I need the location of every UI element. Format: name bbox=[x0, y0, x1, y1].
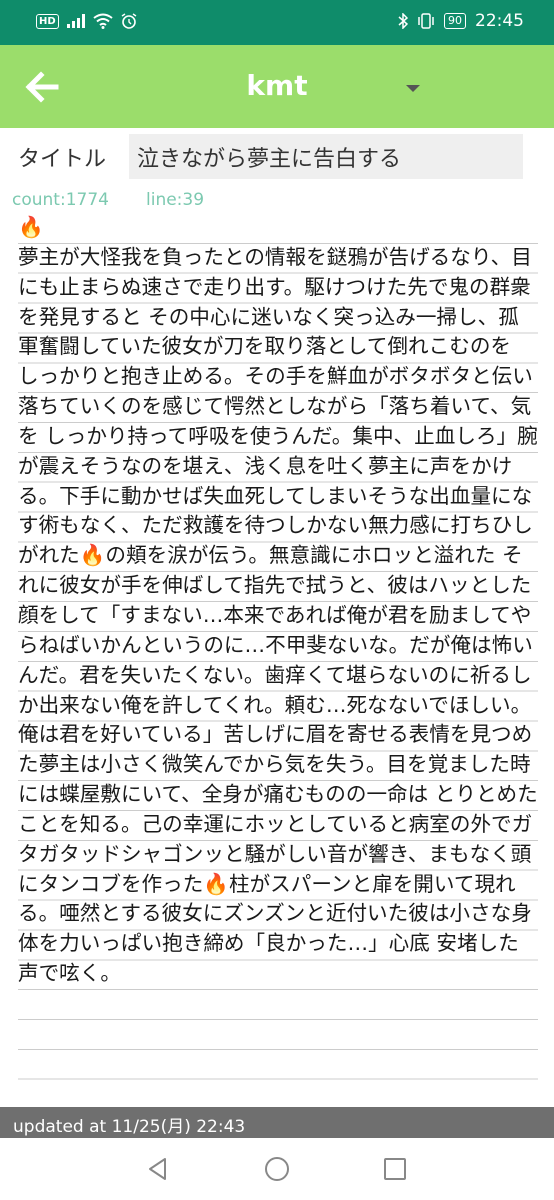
char-count: count:1774 bbox=[12, 190, 109, 210]
updated-bar: updated at 11/25(月) 22:43 bbox=[0, 1107, 554, 1138]
caret-down-icon[interactable] bbox=[398, 79, 428, 99]
signal-icon bbox=[66, 14, 85, 28]
line-count: line:39 bbox=[146, 190, 205, 210]
nav-back-icon[interactable] bbox=[143, 1154, 173, 1184]
app-title: kmt bbox=[246, 69, 308, 102]
updated-timestamp: updated at 11/25(月) 22:43 bbox=[13, 1117, 246, 1137]
body-textarea[interactable]: 🔥 夢主が大怪我を負ったとの情報を鎹鴉が告げるなり、目にも止まらぬ速さで走り出す… bbox=[18, 213, 538, 1093]
nav-recent-icon[interactable] bbox=[380, 1154, 410, 1184]
status-bar: HD 90 22:45 bbox=[0, 0, 554, 45]
hd-badge: HD bbox=[36, 13, 59, 29]
vibrate-icon bbox=[418, 13, 434, 29]
alarm-icon bbox=[121, 13, 137, 29]
bluetooth-icon bbox=[398, 13, 408, 29]
title-input[interactable] bbox=[129, 134, 523, 179]
clock: 22:45 bbox=[475, 11, 524, 31]
system-nav-bar bbox=[0, 1138, 554, 1200]
battery-icon: 90 bbox=[444, 13, 466, 29]
app-toolbar: kmt bbox=[0, 45, 554, 128]
title-row: タイトル bbox=[0, 133, 554, 181]
wifi-icon bbox=[93, 13, 113, 29]
nav-home-icon[interactable] bbox=[262, 1154, 292, 1184]
title-label: タイトル bbox=[18, 147, 107, 172]
